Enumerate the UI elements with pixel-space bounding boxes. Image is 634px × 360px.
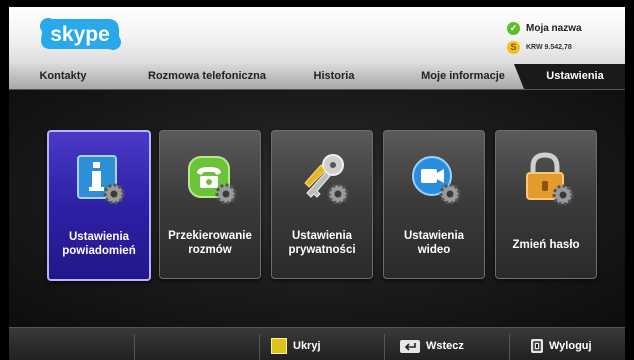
- yellow-key-icon: [271, 338, 287, 354]
- tile-notification-settings[interactable]: Ustawienia powiadomień: [47, 130, 151, 281]
- logout-button[interactable]: Wyloguj: [531, 338, 592, 354]
- tab-ustawienia[interactable]: Ustawienia: [525, 64, 625, 89]
- tile-label: Ustawienia powiadomień: [62, 231, 136, 257]
- user-name: Moja nazwa: [526, 22, 582, 34]
- tab-moje-informacje[interactable]: Moje informacje: [407, 64, 519, 89]
- credit-coin-icon: S: [507, 40, 520, 54]
- video-camera-icon: [412, 156, 461, 205]
- tile-call-forwarding[interactable]: Przekierowanie rozmów: [159, 130, 261, 279]
- footer-divider: [134, 334, 135, 360]
- tile-video-settings[interactable]: Ustawienia wideo: [383, 130, 485, 279]
- tile-label: Zmień hasło: [512, 239, 580, 251]
- hide-label: Ukryj: [293, 340, 321, 352]
- tile-label: Ustawienia prywatności: [288, 230, 356, 256]
- skype-tv-screen: skype ✓ Moja nazwa S KRW 9.542,78 Kontak…: [9, 7, 625, 360]
- credit-balance: KRW 9.542,78: [526, 43, 572, 51]
- svg-text:skype: skype: [50, 23, 110, 46]
- user-panel: ✓ Moja nazwa S KRW 9.542,78: [507, 20, 611, 56]
- footer-divider: [384, 334, 385, 360]
- footer-divider: [259, 334, 260, 360]
- tab-bar: Kontakty Rozmowa telefoniczna Historia M…: [9, 64, 625, 90]
- footer-bar: Ukryj Wstecz Wyloguj: [9, 327, 625, 360]
- tile-label: Przekierowanie rozmów: [168, 230, 252, 256]
- info-settings-icon: [77, 155, 125, 205]
- settings-panel: Ustawienia powiadomień Przekierowanie ro…: [9, 90, 625, 327]
- header-bar: skype ✓ Moja nazwa S KRW 9.542,78: [9, 7, 625, 64]
- footer-divider: [509, 334, 510, 360]
- key-privacy-icon: [304, 154, 349, 205]
- online-check-icon: ✓: [507, 21, 520, 35]
- tile-privacy-settings[interactable]: Ustawienia prywatności: [271, 130, 373, 279]
- skype-logo: skype: [40, 18, 121, 50]
- tile-label: Ustawienia wideo: [403, 230, 465, 256]
- hide-button[interactable]: Ukryj: [271, 338, 321, 354]
- tab-historia[interactable]: Historia: [299, 64, 369, 89]
- exit-key-icon: [531, 339, 543, 353]
- tv-frame: skype ✓ Moja nazwa S KRW 9.542,78 Kontak…: [0, 0, 634, 360]
- tile-change-password[interactable]: Zmień hasło: [495, 130, 597, 279]
- return-key-icon: [400, 339, 420, 353]
- tab-rozmowa-telefoniczna[interactable]: Rozmowa telefoniczna: [137, 64, 277, 89]
- padlock-icon: [526, 152, 574, 206]
- back-button[interactable]: Wstecz: [400, 338, 464, 354]
- logout-label: Wyloguj: [549, 340, 592, 352]
- tab-kontakty[interactable]: Kontakty: [23, 64, 103, 89]
- phone-forward-icon: [188, 156, 237, 205]
- back-label: Wstecz: [426, 340, 464, 352]
